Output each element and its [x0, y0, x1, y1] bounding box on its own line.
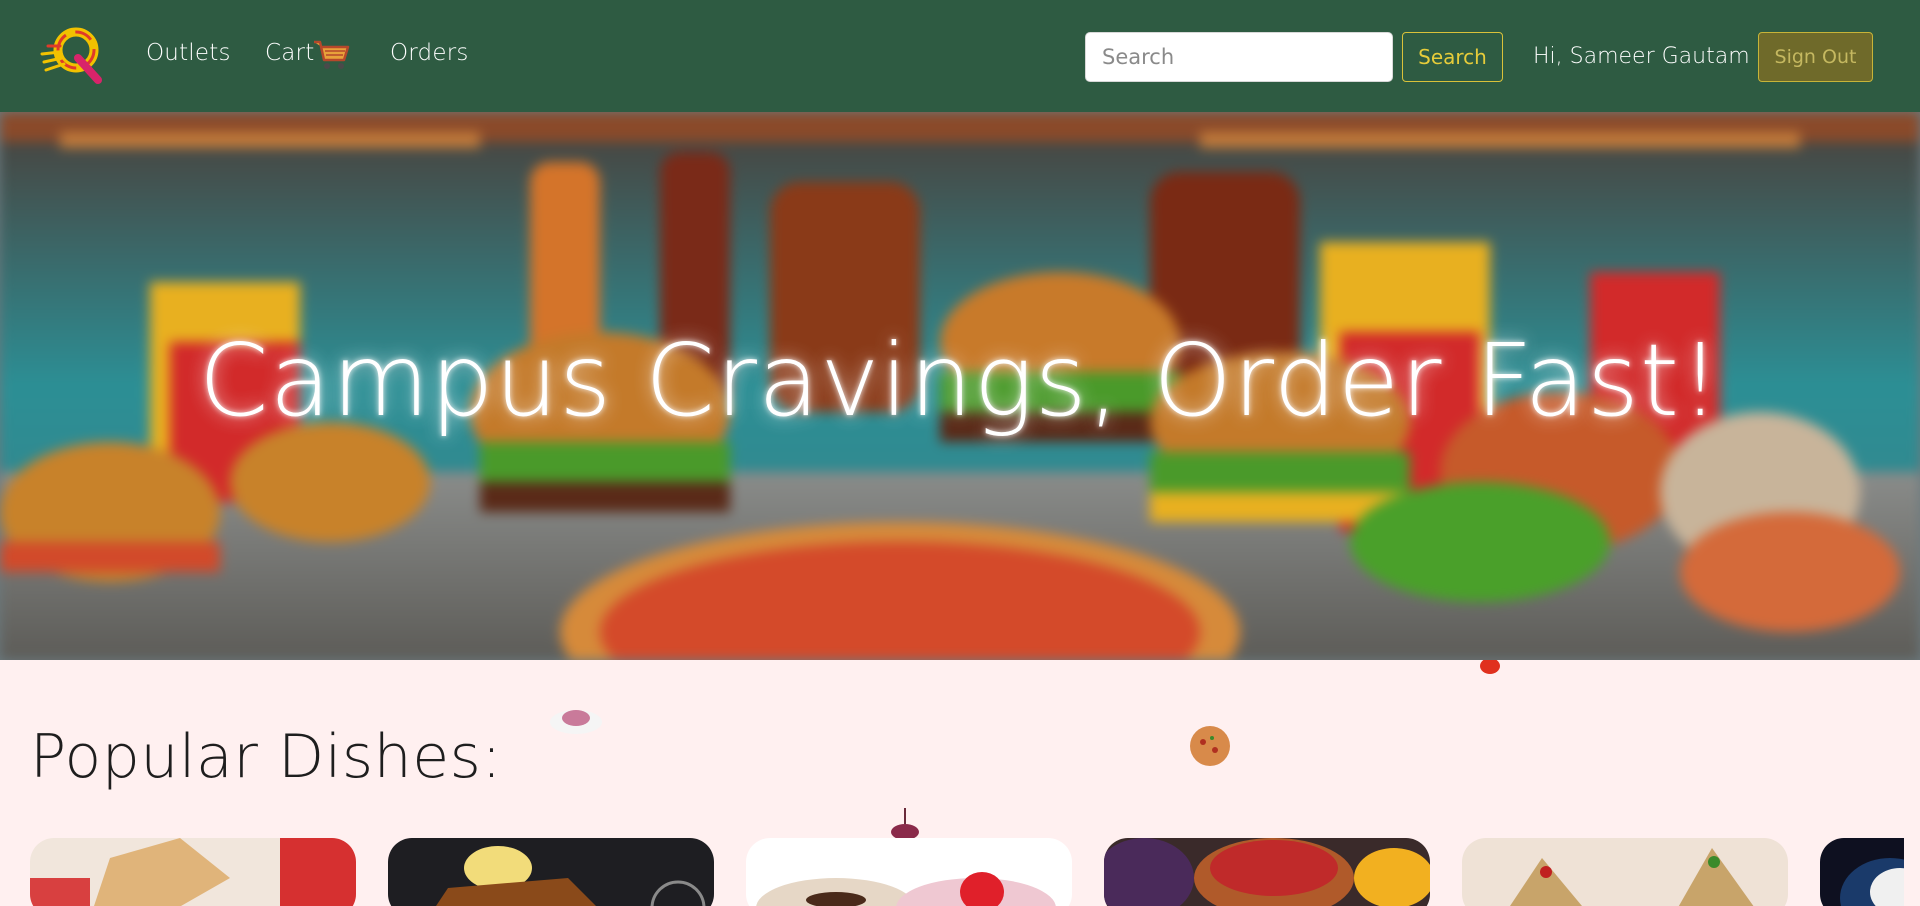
shopping-cart-icon[interactable] [312, 38, 350, 72]
salad-dish-image [1820, 838, 1904, 906]
floating-strawberry-icon [1480, 660, 1500, 674]
floating-pizza-icon [1190, 726, 1230, 766]
search-input[interactable] [1085, 32, 1393, 82]
milkshake-dish-image [746, 838, 1072, 906]
sign-out-button[interactable]: Sign Out [1758, 32, 1873, 82]
dish-card-grilled[interactable] [388, 838, 714, 906]
hero-banner: Campus Cravings, Order Fast! [0, 112, 1920, 660]
floating-cherry-icon [891, 808, 919, 838]
hero-title: Campus Cravings, Order Fast! [198, 322, 1722, 439]
sushi-dish-image [1462, 838, 1788, 906]
user-greeting: Hi, Sameer Gautam [1533, 44, 1750, 69]
dish-card-fruit-bowl[interactable] [1104, 838, 1430, 906]
nav-link-cart[interactable]: Cart [265, 40, 314, 66]
popular-dishes-heading: Popular Dishes: [30, 722, 503, 792]
grilled-fish-dish-image [388, 838, 714, 906]
nav-link-orders[interactable]: Orders [390, 40, 469, 66]
fruit-bowl-dish-image [1104, 838, 1430, 906]
nav-link-outlets[interactable]: Outlets [146, 40, 231, 66]
brand-logo-icon[interactable] [40, 24, 108, 84]
dish-card-sandwich[interactable] [30, 838, 356, 906]
sandwich-dish-image [30, 838, 356, 906]
search-button[interactable]: Search [1402, 32, 1503, 82]
dish-card-sushi[interactable] [1462, 838, 1788, 906]
navbar: Outlets Cart Orders Search Hi, Sameer Ga… [0, 0, 1920, 112]
floating-dish-icon [550, 710, 602, 734]
dish-card-milkshake[interactable] [746, 838, 1072, 906]
dish-card-salad[interactable] [1820, 838, 1904, 906]
